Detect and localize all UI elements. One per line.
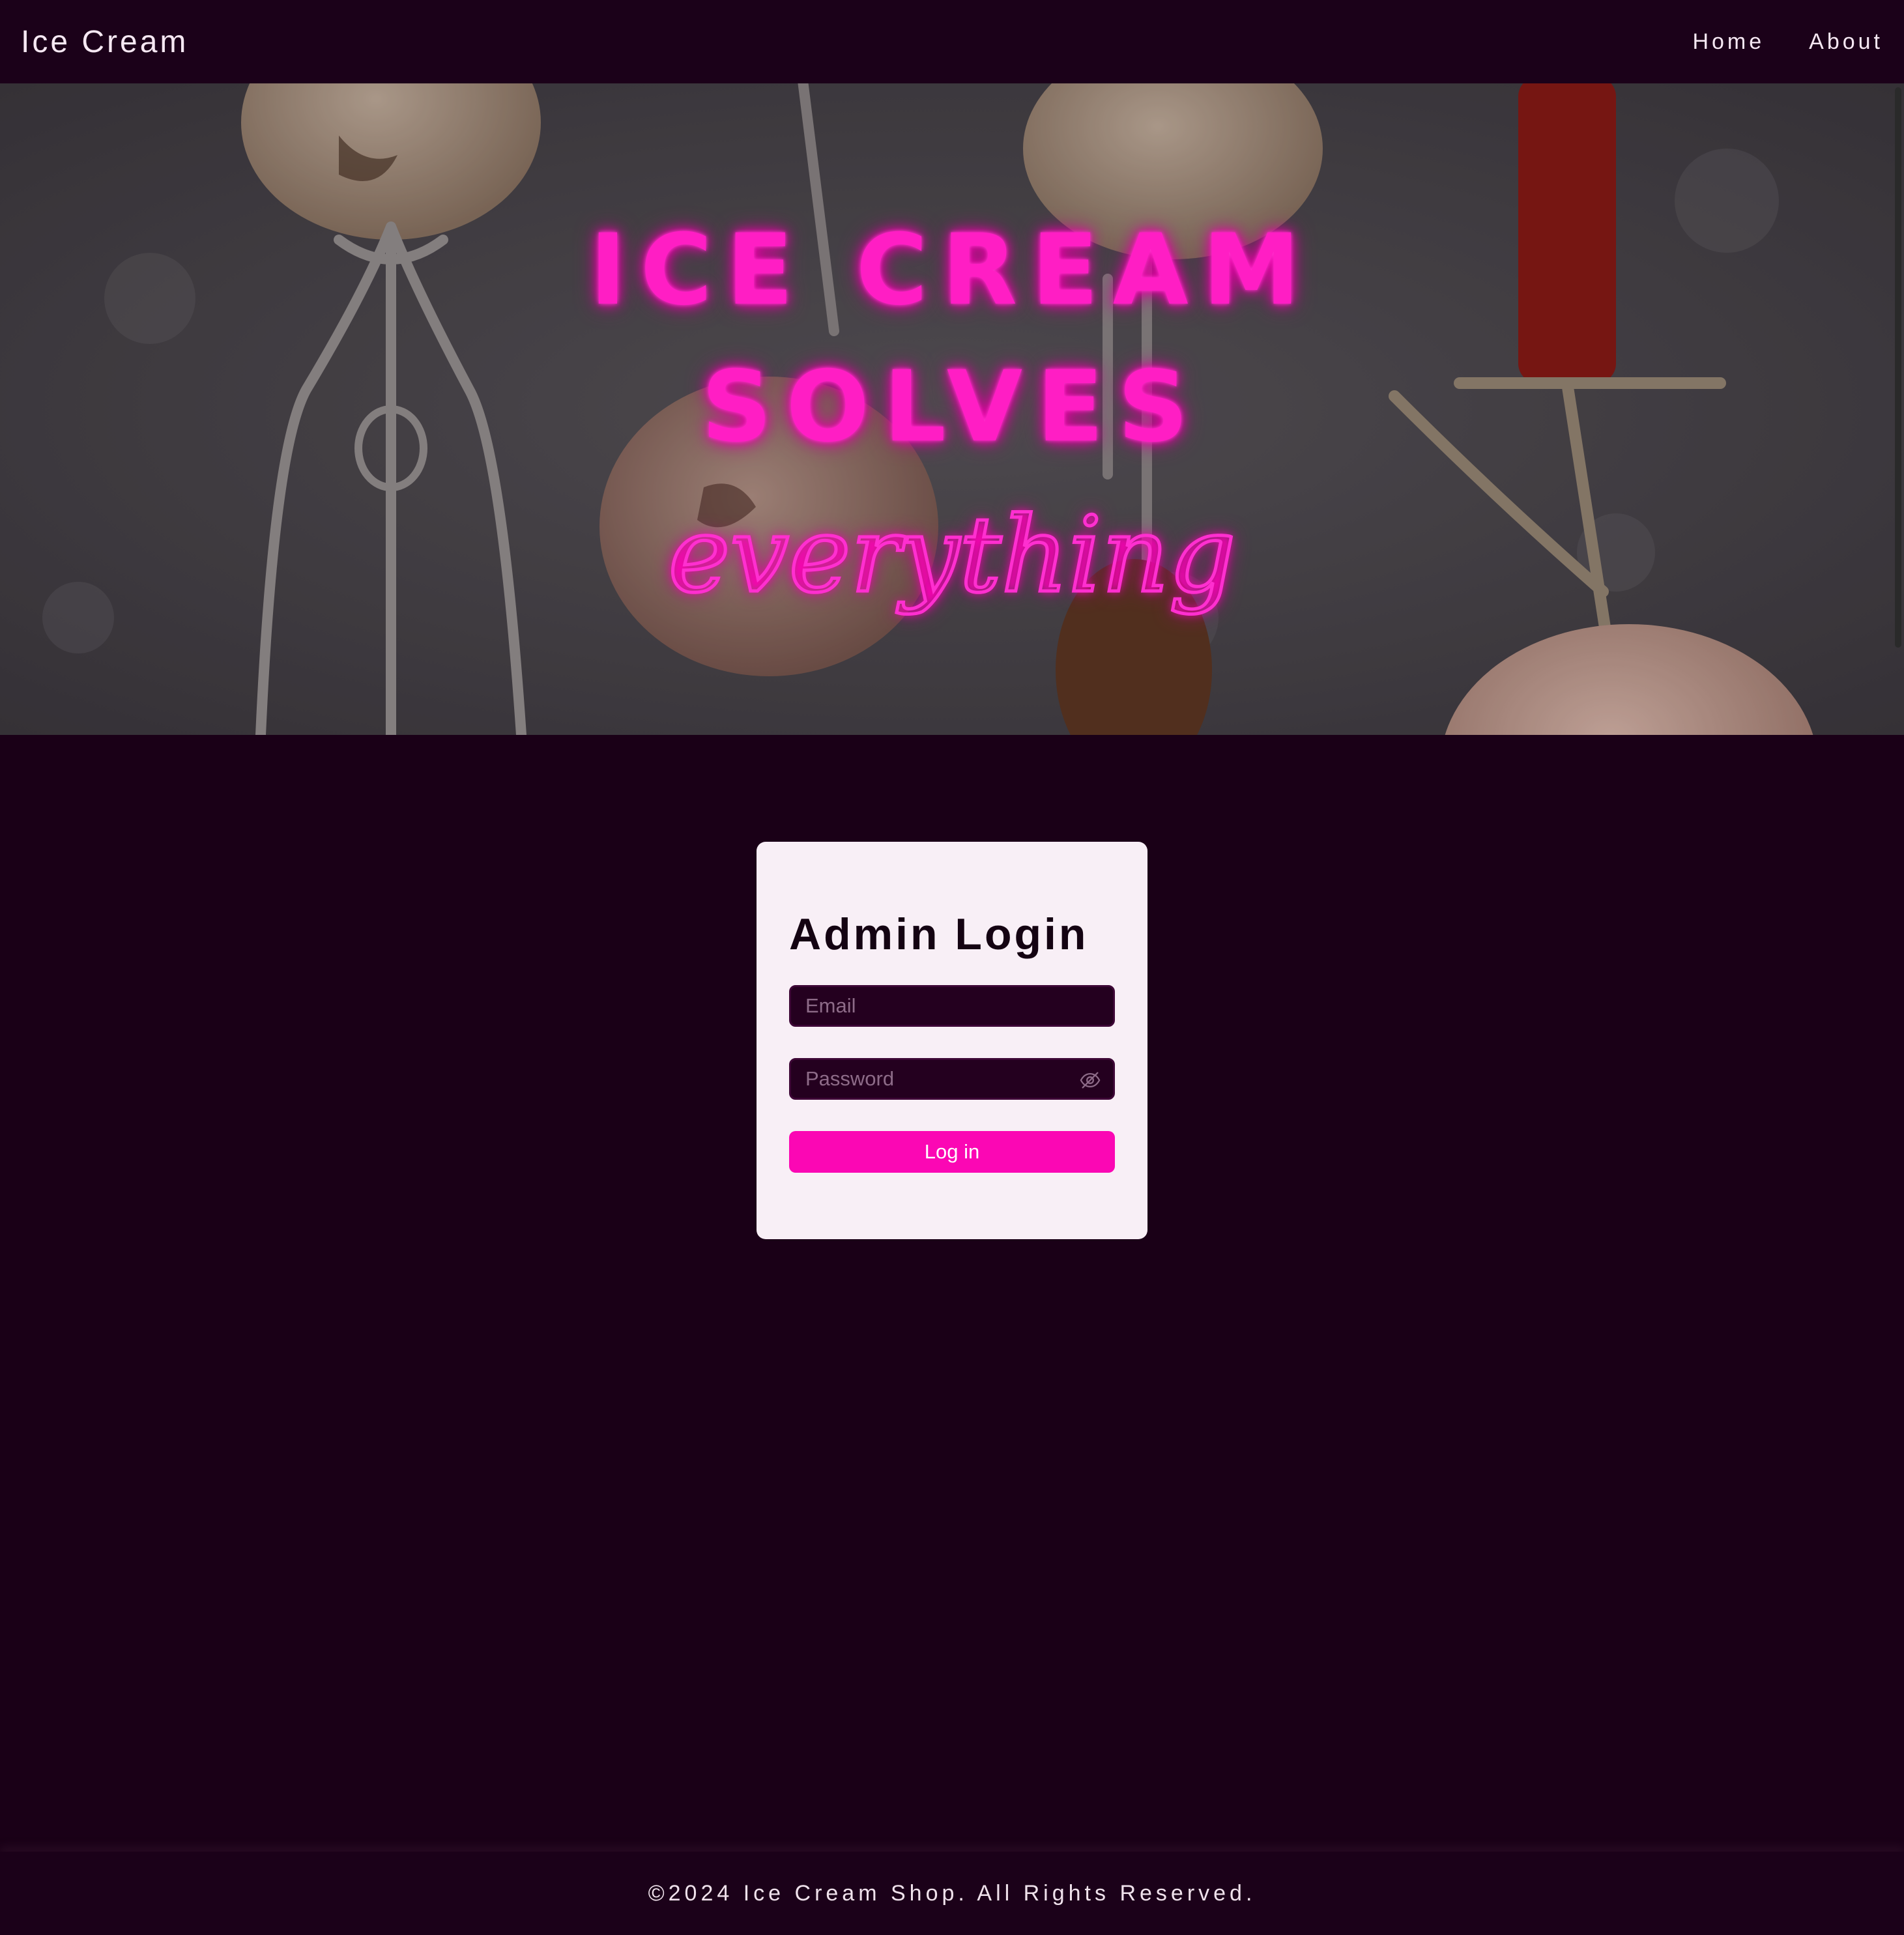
- hero-neon-line-3: everything: [667, 493, 1237, 618]
- nav-links: Home About: [1692, 29, 1883, 55]
- eye-off-icon[interactable]: [1079, 1069, 1101, 1091]
- nav-about-link[interactable]: About: [1809, 29, 1883, 55]
- hero-banner: ICE CREAM SOLVES everything: [0, 83, 1904, 735]
- email-field-wrapper: [789, 985, 1115, 1027]
- nav-home-link[interactable]: Home: [1692, 29, 1765, 55]
- hero-neon-line-1: ICE CREAM: [590, 214, 1314, 327]
- footer: ©2024 Ice Cream Shop. All Rights Reserve…: [0, 1852, 1904, 1935]
- password-input[interactable]: [791, 1060, 1113, 1098]
- log-in-button[interactable]: Log in: [789, 1131, 1115, 1173]
- footer-copyright: ©2024 Ice Cream Shop. All Rights Reserve…: [648, 1880, 1256, 1906]
- email-input[interactable]: [791, 987, 1113, 1025]
- hero-neon-line-2: SOLVES: [701, 351, 1203, 464]
- brand-logo-link[interactable]: Ice Cream: [21, 24, 188, 60]
- login-title: Admin Login: [789, 910, 1089, 959]
- top-navbar: Ice Cream Home About: [0, 0, 1904, 83]
- scrollbar-thumb[interactable]: [1895, 87, 1901, 648]
- admin-login-card: Admin Login Log in: [757, 842, 1147, 1239]
- password-field-wrapper: [789, 1058, 1115, 1100]
